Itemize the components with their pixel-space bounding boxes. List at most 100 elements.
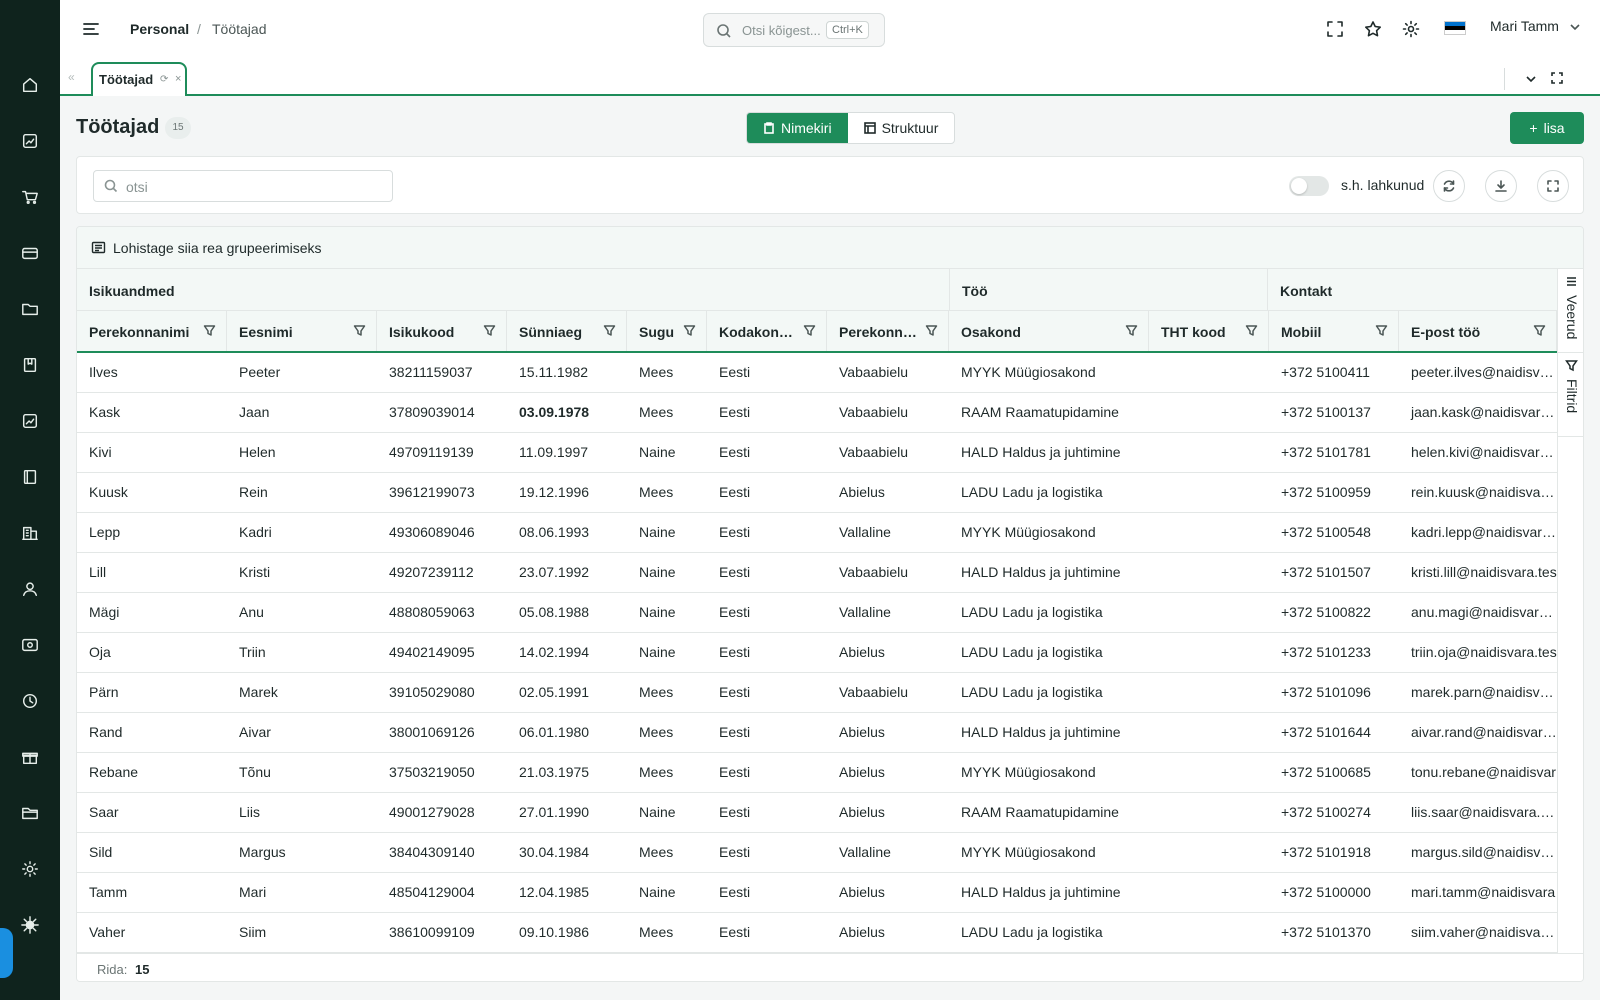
cell-marital-status: Abielus [839,924,885,940]
include-departed-toggle[interactable] [1289,176,1329,196]
column-header-tht-code[interactable]: THT kood [1149,311,1269,351]
global-search[interactable]: Otsi kõigest... Ctrl+K [703,13,885,47]
breadcrumb-personal[interactable]: Personal [130,21,189,37]
table-row[interactable]: Lepp Kadri 49306089046 08.06.1993 Naine Eesti… [77,513,1557,553]
column-header-marital-status[interactable]: Perekonna... [827,311,949,351]
language-flag[interactable] [1444,21,1466,35]
clock-icon[interactable] [18,689,42,713]
table-row[interactable]: Sild Margus 38404309140 30.04.1984 Mees Eesti… [77,833,1557,873]
folder-open-icon[interactable] [18,801,42,825]
cell-first-name: Aivar [239,724,271,740]
filter-icon[interactable] [1125,324,1138,337]
tab-tootajad[interactable]: Töötajad ⟳ × [91,62,187,96]
column-header-mobile[interactable]: Mobiil [1269,311,1399,351]
view-list-label: Nimekiri [781,120,832,136]
fullscreen-button[interactable] [1537,170,1569,202]
filter-icon[interactable] [1375,324,1388,337]
table-row[interactable]: Lill Kristi 49207239112 23.07.1992 Naine Eest… [77,553,1557,593]
book-icon[interactable] [18,353,42,377]
payroll-icon[interactable] [18,633,42,657]
column-header-first-name[interactable]: Eesnimi [227,311,377,351]
folder-icon[interactable] [18,297,42,321]
column-header-work-email[interactable]: E-post töö [1399,311,1557,351]
column-header-personal-code[interactable]: Isikukood [377,311,507,351]
table-row[interactable]: Pärn Marek 39105029080 02.05.1991 Mees Eesti V… [77,673,1557,713]
cell-personal-code: 48808059063 [389,604,475,620]
cell-personal-code: 38211159037 [389,364,473,380]
cell-birth-date: 12.04.1985 [519,884,590,900]
ledger-icon[interactable] [18,465,42,489]
table-row[interactable]: Rand Aivar 38001069126 06.01.1980 Mees Eesti A… [77,713,1557,753]
chevron-down-icon[interactable] [1568,20,1582,34]
filter-icon[interactable] [803,324,816,337]
column-group-label: Kontakt [1280,283,1333,299]
close-icon[interactable]: × [175,73,181,85]
settings-icon[interactable] [18,857,42,881]
column-header-gender[interactable]: Sugu [627,311,707,351]
table-row[interactable]: Kuusk Rein 39612199073 19.12.1996 Mees Eesti A… [77,473,1557,513]
table-row[interactable]: Vaher Siim 38610099109 09.10.1986 Mees Eesti A… [77,913,1557,953]
chevron-down-icon[interactable] [1524,72,1538,86]
settings-icon[interactable] [1402,20,1422,40]
filter-icon[interactable] [683,324,696,337]
tabs-scroll-left-icon[interactable]: « [68,70,75,84]
sidebar-handle[interactable] [0,928,13,978]
filter-icon[interactable] [483,324,496,337]
table-row[interactable]: Kivi Helen 49709119139 11.09.1997 Naine Eesti… [77,433,1557,473]
gift-icon[interactable] [18,745,42,769]
chart-icon[interactable] [18,129,42,153]
gear-icon[interactable] [18,913,42,937]
cell-mobile: +372 5100000 [1281,884,1371,900]
cell-last-name: Pärn [89,684,119,700]
cell-birth-date: 23.07.1992 [519,564,590,580]
filters-panel-tab[interactable]: Filtrid [1558,353,1583,437]
home-icon[interactable] [18,73,42,97]
view-list-button[interactable]: Nimekiri [747,113,848,143]
cell-last-name: Mägi [89,604,120,620]
column-header-citizenship[interactable]: Kodakonds... [707,311,827,351]
column-header-label: Isikukood [389,324,455,340]
building-icon[interactable] [18,521,42,545]
menu-icon[interactable] [80,18,102,40]
user-name[interactable]: Mari Tamm [1490,18,1559,34]
cell-department: HALD Haldus ja juhtimine [961,564,1121,580]
download-button[interactable] [1485,170,1517,202]
fullscreen-icon[interactable] [1326,20,1346,40]
filter-icon[interactable] [1245,324,1258,337]
column-header-label: E-post töö [1411,324,1481,340]
filter-icon[interactable] [353,324,366,337]
column-header-department[interactable]: Osakond [949,311,1149,351]
filter-icon[interactable] [925,324,938,337]
table-row[interactable]: Ilves Peeter 38211159037 15.11.1982 Mees Eest… [77,353,1557,393]
analytics-icon[interactable] [18,409,42,433]
table-search-input[interactable]: otsi [93,170,393,202]
cell-personal-code: 37503219050 [389,764,475,780]
columns-panel-tab[interactable]: Veerud [1558,269,1583,353]
add-button[interactable]: + lisa [1510,112,1584,144]
divider [1504,68,1505,90]
cell-marital-status: Abielus [839,724,885,740]
column-header-birth-date[interactable]: Sünniaeg [507,311,627,351]
cell-tht-code [1149,473,1269,512]
row-group-drop-zone[interactable]: Lohistage siia rea grupeerimiseks [77,227,1583,269]
table-row[interactable]: Mägi Anu 48808059063 05.08.1988 Naine Eesti Va… [77,593,1557,633]
refresh-button[interactable] [1433,170,1465,202]
filter-icon[interactable] [603,324,616,337]
star-icon[interactable] [1364,20,1384,40]
column-header-last-name[interactable]: Perekonnanimi [77,311,227,351]
cell-birth-date: 06.01.1980 [519,724,590,740]
table-row[interactable]: Rebane Tõnu 37503219050 21.03.1975 Mees Eesti… [77,753,1557,793]
filter-icon[interactable] [203,324,216,337]
table-row[interactable]: Saar Liis 49001279028 27.01.1990 Naine Eesti A… [77,793,1557,833]
view-structure-button[interactable]: Struktuur [848,113,955,143]
filter-icon[interactable] [1533,324,1546,337]
refresh-icon[interactable]: ⟳ [160,74,168,85]
table-row[interactable]: Tamm Mari 48504129004 12.04.1985 Naine Eesti A… [77,873,1557,913]
cell-citizenship: Eesti [719,924,751,940]
cart-icon[interactable] [18,185,42,209]
card-icon[interactable] [18,241,42,265]
expand-icon[interactable] [1550,71,1564,85]
table-row[interactable]: Oja Triin 49402149095 14.02.1994 Naine Eesti A… [77,633,1557,673]
person-icon[interactable] [18,577,42,601]
table-row[interactable]: Kask Jaan 37809039014 03.09.1978 Mees Eesti Va… [77,393,1557,433]
